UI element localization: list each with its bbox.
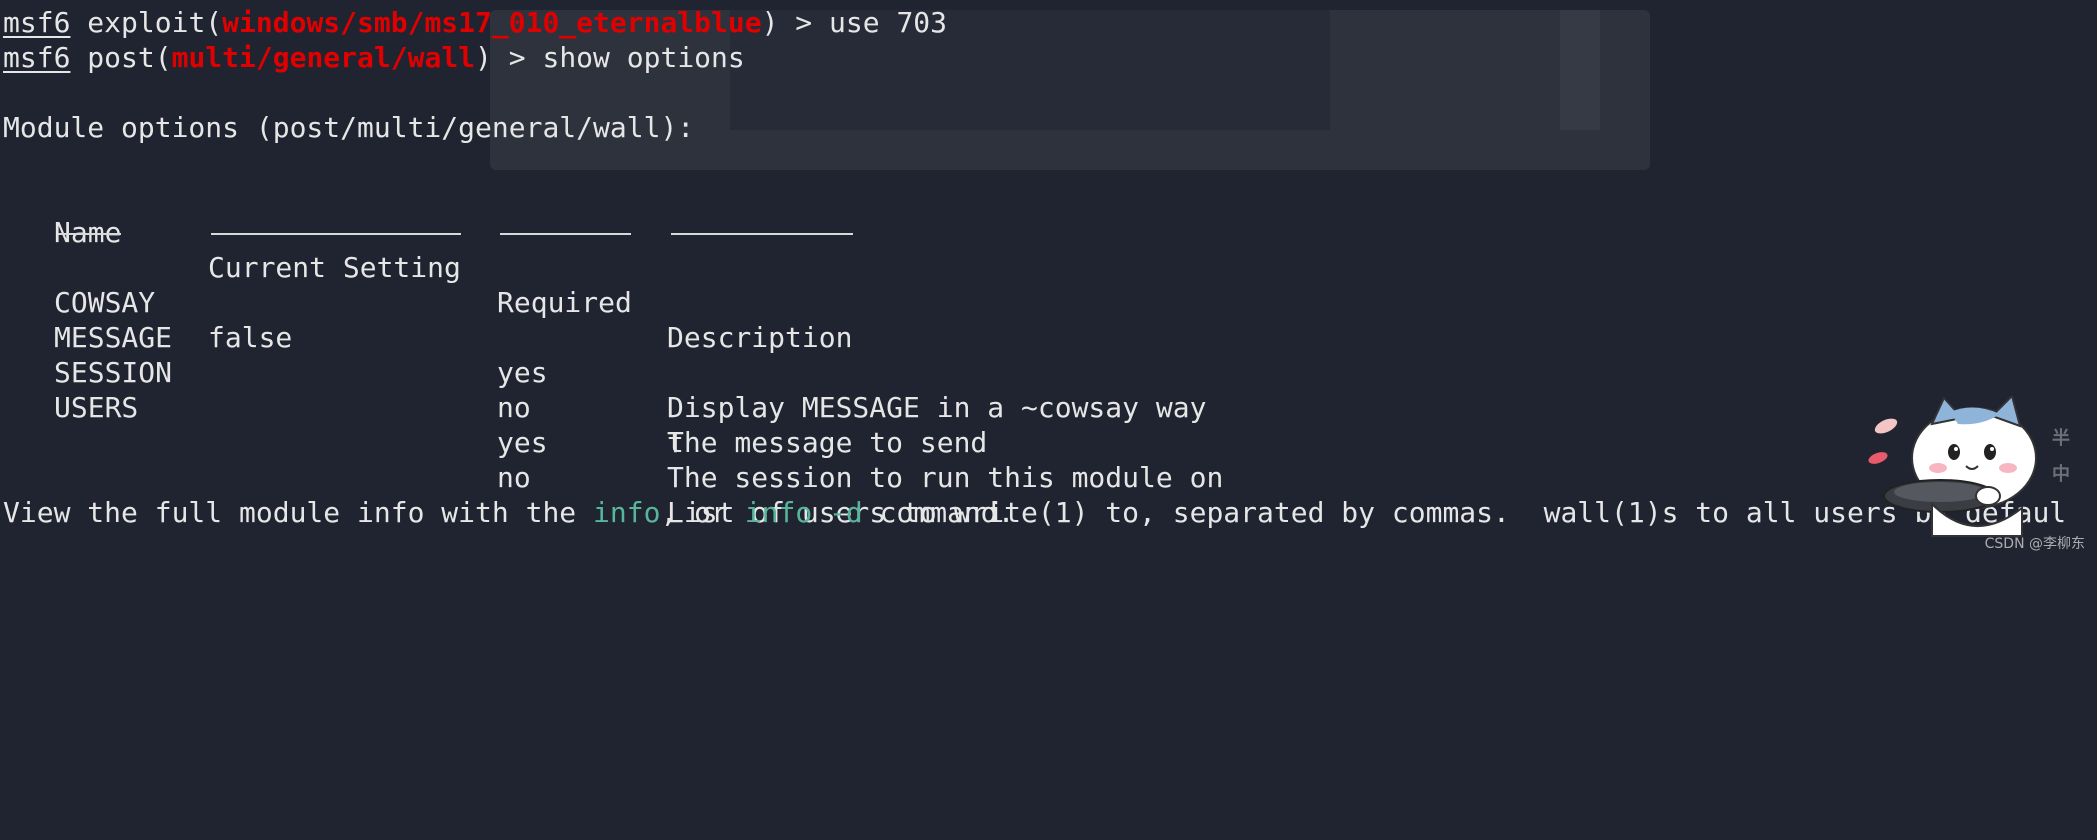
terminal-window[interactable]: msf6 exploit(windows/smb/ms17_010_eterna… — [3, 0, 2093, 559]
command-line-1: msf6 exploit(windows/smb/ms17_010_eterna… — [3, 5, 947, 40]
prompt-msf6: msf6 — [3, 6, 71, 39]
command-text: ) > use 703 — [761, 6, 948, 39]
table-row: MESSAGE no The message to send — [3, 285, 2093, 459]
option-description-wrap: t — [667, 426, 684, 459]
module-info-hint: View the full module info with the info,… — [3, 495, 1014, 530]
hint-text: command. — [862, 496, 1015, 529]
header-underline — [500, 233, 631, 235]
table-row: SESSION yes The session to run this modu… — [3, 320, 2093, 494]
exploit-module-name: windows/smb/ms17_010_eternalblue — [222, 6, 762, 39]
module-options-title: Module options (post/multi/general/wall)… — [3, 111, 695, 144]
option-required: yes — [497, 426, 548, 459]
prompt-msf6: msf6 — [3, 41, 71, 74]
options-table-header: Name Current Setting Required Descriptio… — [3, 180, 2093, 354]
prompt-context: post( — [70, 41, 172, 74]
option-description: The message to send — [667, 426, 988, 459]
option-description: The session to run this module on — [667, 461, 1224, 494]
command-text: ) > show options — [475, 41, 745, 74]
cat-mascot-sticker — [1868, 396, 2037, 537]
hint-text: , or — [660, 496, 745, 529]
option-required: no — [497, 461, 531, 494]
info-d-command: info -d — [744, 496, 863, 529]
table-row: USERS no List of users to write(1) to, s… — [3, 355, 2093, 529]
post-module-name: multi/general/wall — [171, 41, 476, 74]
prompt-context: exploit( — [70, 6, 223, 39]
header-underline — [671, 233, 853, 235]
command-line-2[interactable]: msf6 post(multi/general/wall) > show opt… — [3, 40, 745, 75]
info-command: info — [593, 496, 661, 529]
header-underline — [211, 233, 461, 235]
table-row-wrap: t — [3, 390, 2093, 459]
hint-text: View the full module info with the — [3, 496, 594, 529]
csdn-watermark: CSDN @李柳东 — [1984, 536, 2085, 552]
table-row: COWSAY false yes Display MESSAGE in a ~c… — [3, 250, 2093, 424]
header-underline — [58, 233, 121, 235]
